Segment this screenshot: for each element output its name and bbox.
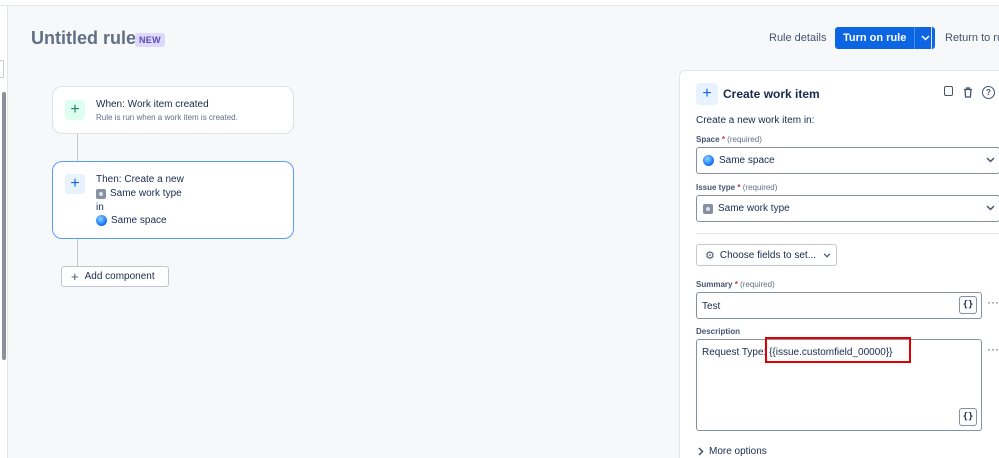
trigger-title: When: Work item created xyxy=(96,99,209,110)
work-type-icon xyxy=(703,203,713,214)
rule-header: Untitled rule NEW Rule details Turn on r… xyxy=(9,6,999,68)
summary-field-label: Summary * (required) xyxy=(696,280,775,289)
space-globe-icon xyxy=(96,215,107,226)
add-component-button[interactable]: + Add component xyxy=(61,266,169,287)
chevron-down-icon xyxy=(986,155,995,166)
more-options-icon[interactable]: ··· xyxy=(987,342,999,356)
smart-value-button[interactable]: {} xyxy=(959,408,977,426)
required-star: * xyxy=(737,183,741,192)
summary-input[interactable]: Test {} xyxy=(696,292,982,319)
action-work-type-label: Same work type xyxy=(110,188,182,199)
return-to-rules-button[interactable]: Return to ru xyxy=(945,32,999,44)
turn-on-rule-split-button: Turn on rule xyxy=(835,27,936,49)
gear-icon: ⚙ xyxy=(705,249,715,262)
turn-on-rule-button[interactable]: Turn on rule xyxy=(835,27,915,49)
plus-icon: + xyxy=(71,269,79,284)
scrollbar[interactable] xyxy=(2,92,6,360)
more-options-label: More options xyxy=(709,446,767,457)
annotation-highlight-box xyxy=(765,337,911,363)
page-title: Untitled rule xyxy=(31,28,137,48)
required-hint: (required) xyxy=(742,183,778,192)
new-badge: NEW xyxy=(135,33,165,47)
trigger-card[interactable]: + When: Work item created Rule is run wh… xyxy=(52,86,294,134)
required-star: * xyxy=(721,135,725,144)
plus-icon: + xyxy=(65,100,85,120)
chevron-down-icon xyxy=(921,35,930,41)
action-title: Then: Create a new xyxy=(96,174,184,185)
chevron-down-icon xyxy=(986,203,995,214)
add-component-label: Add component xyxy=(84,271,155,282)
component-config-panel: + Create work item ? Create a new work i… xyxy=(679,70,999,458)
trash-icon[interactable] xyxy=(961,86,974,99)
sidebar-collapse-handle[interactable] xyxy=(0,60,4,78)
panel-actions: ? xyxy=(944,86,995,99)
space-select[interactable]: Same space xyxy=(696,147,999,174)
help-icon[interactable]: ? xyxy=(982,86,995,99)
summary-value: Test xyxy=(702,301,721,312)
summary-label-text: Summary xyxy=(696,280,733,289)
chevron-down-icon xyxy=(823,250,831,260)
action-space-label: Same space xyxy=(111,215,167,226)
action-work-type: Same work type xyxy=(96,188,182,199)
required-hint: (required) xyxy=(727,135,762,144)
action-in-label: in xyxy=(96,202,104,213)
more-options-toggle[interactable]: More options xyxy=(698,446,767,457)
space-label-text: Space xyxy=(696,135,720,144)
choose-fields-label: Choose fields to set... xyxy=(719,249,817,261)
space-select-value: Same space xyxy=(719,155,775,166)
choose-fields-button[interactable]: ⚙ Choose fields to set... xyxy=(696,244,837,266)
left-rail xyxy=(0,6,8,458)
panel-title: Create work item xyxy=(723,87,820,101)
copy-icon[interactable] xyxy=(944,86,953,96)
turn-on-options-button[interactable] xyxy=(914,27,936,49)
connector-line xyxy=(77,134,78,161)
required-hint: (required) xyxy=(740,280,775,289)
plus-icon: + xyxy=(65,174,85,194)
smart-value-button[interactable]: {} xyxy=(959,296,977,314)
divider xyxy=(931,27,932,49)
action-card[interactable]: + Then: Create a new Same work type in S… xyxy=(52,161,294,239)
issue-type-label-text: Issue type xyxy=(696,183,736,192)
divider xyxy=(696,233,999,234)
issue-type-field-label: Issue type * (required) xyxy=(696,183,777,192)
plus-icon: + xyxy=(696,83,718,105)
work-type-icon xyxy=(96,188,106,199)
rule-canvas: + When: Work item created Rule is run wh… xyxy=(9,68,669,458)
description-field-label: Description xyxy=(696,327,741,336)
chevron-right-icon xyxy=(698,447,704,456)
issue-type-select-value: Same work type xyxy=(718,203,790,214)
space-field-label: Space * (required) xyxy=(696,135,762,144)
more-options-icon[interactable]: ··· xyxy=(987,295,999,309)
space-globe-icon xyxy=(703,155,714,166)
connector-line xyxy=(77,239,78,266)
issue-type-select[interactable]: Same work type xyxy=(696,195,999,222)
action-space: Same space xyxy=(96,215,167,226)
required-star: * xyxy=(734,280,738,289)
trigger-subtitle: Rule is run when a work item is created. xyxy=(96,113,238,122)
panel-subtitle: Create a new work item in: xyxy=(696,115,815,126)
rule-details-button[interactable]: Rule details xyxy=(769,32,826,44)
